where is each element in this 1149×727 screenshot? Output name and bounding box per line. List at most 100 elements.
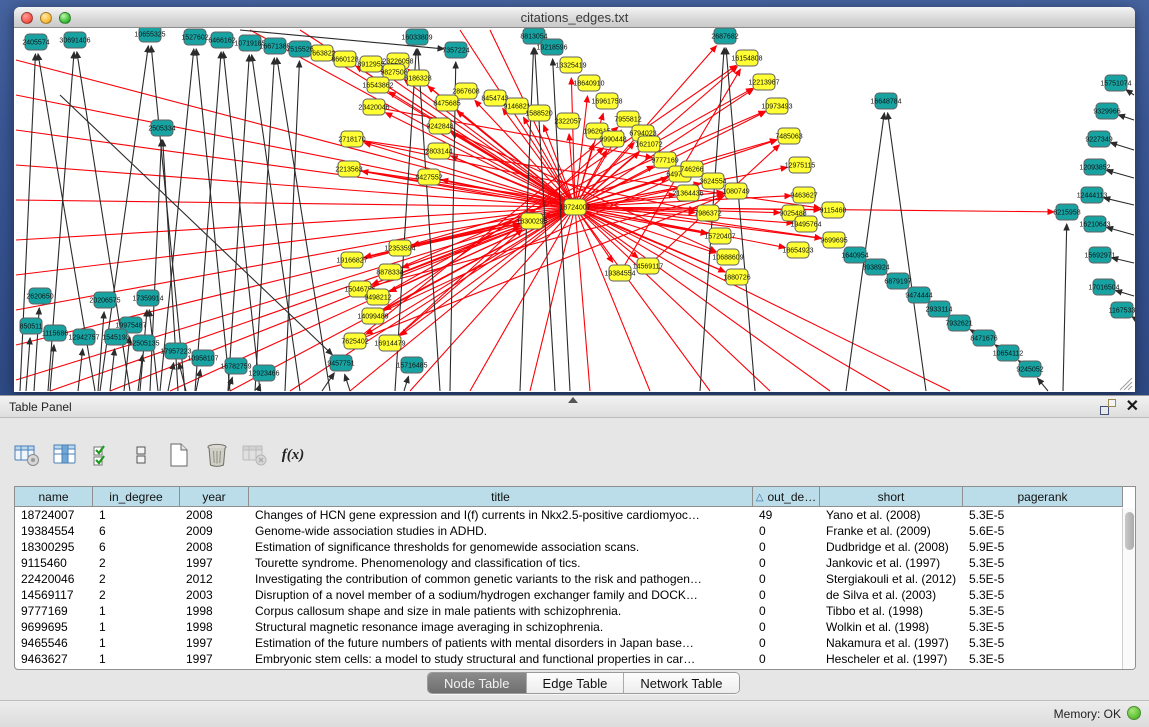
column-header-in_degree[interactable]: in_degree [93, 487, 180, 507]
network-node[interactable]: 1527602 [181, 29, 208, 45]
tab-node-table[interactable]: Node Table [428, 673, 527, 693]
network-node[interactable]: 21364436 [672, 185, 703, 201]
network-node[interactable]: 8215958 [1053, 204, 1080, 220]
network-node[interactable]: 15692971 [1084, 247, 1115, 263]
network-node[interactable]: 9227349 [1085, 131, 1112, 147]
scrollbar-thumb[interactable] [1125, 512, 1134, 550]
network-node[interactable]: 18654923 [782, 242, 813, 258]
network-canvas[interactable]: 1872400776638228660128891295523226058982… [14, 28, 1135, 392]
network-node[interactable]: 9990448 [599, 131, 626, 147]
delete-column-button[interactable] [204, 442, 230, 468]
network-node[interactable]: 850511 [20, 318, 43, 334]
network-node[interactable]: 8186328 [404, 70, 431, 86]
network-node[interactable]: 10958107 [187, 350, 218, 366]
network-node[interactable]: 8475685 [433, 95, 460, 111]
splitter-handle[interactable] [568, 397, 578, 403]
network-node[interactable]: 16033809 [401, 29, 432, 45]
network-node[interactable]: 18724007 [559, 199, 590, 215]
network-node[interactable]: 15716485 [396, 357, 427, 373]
network-node[interactable]: 12923466 [248, 365, 279, 381]
network-node[interactable]: 8427552 [415, 169, 442, 185]
column-header-name[interactable]: name [15, 487, 93, 507]
tab-edge-table[interactable]: Edge Table [527, 673, 625, 693]
table-row[interactable]: 969969511998Structural magnetic resonanc… [15, 620, 1123, 636]
network-node[interactable]: 17359914 [132, 290, 163, 306]
network-node[interactable]: 18300295 [516, 213, 547, 229]
network-node[interactable]: 16914479 [374, 335, 405, 351]
network-node[interactable]: 6879197 [884, 273, 911, 289]
network-node[interactable]: 9463627 [790, 187, 817, 203]
network-node[interactable]: 1621072 [635, 136, 662, 152]
network-node[interactable]: 10973493 [761, 98, 792, 114]
network-node[interactable]: 7485063 [775, 128, 802, 144]
network-node[interactable]: 2718170 [338, 131, 365, 147]
network-node[interactable]: 14099489 [357, 308, 388, 324]
network-node[interactable]: 12353594 [384, 240, 415, 256]
network-node[interactable]: 8878334 [376, 264, 403, 280]
network-node[interactable]: 8471676 [970, 330, 997, 346]
network-node[interactable]: 16961758 [591, 93, 622, 109]
column-header-out_de[interactable]: △out_de… [753, 487, 820, 507]
network-node[interactable]: 9242848 [426, 118, 453, 134]
network-node[interactable]: 19384554 [604, 265, 635, 281]
network-node[interactable]: 19218596 [536, 39, 567, 55]
table-row[interactable]: 911546021997Tourette syndrome. Phenomeno… [15, 556, 1123, 572]
network-node[interactable]: 12505135 [128, 335, 159, 351]
network-node[interactable]: 1167533 [1109, 302, 1135, 318]
network-node[interactable]: 16648784 [870, 93, 901, 109]
network-node[interactable]: 9457751 [327, 355, 354, 371]
network-node[interactable]: 2322057 [554, 113, 581, 129]
network-node[interactable]: 1080749 [722, 183, 749, 199]
float-panel-icon[interactable] [1100, 399, 1116, 415]
network-node[interactable]: 1880726 [723, 269, 750, 285]
network-node[interactable]: 12213967 [748, 74, 779, 90]
network-node[interactable]: 15751074 [1100, 75, 1131, 91]
row-height-button[interactable] [128, 442, 154, 468]
table-row[interactable]: 2242004622012Investigating the contribut… [15, 572, 1123, 588]
network-node[interactable]: 9245052 [1016, 361, 1043, 377]
memory-status-indicator[interactable] [1127, 706, 1141, 720]
network-node[interactable]: 7357224 [442, 42, 469, 58]
network-node[interactable]: 8938924 [862, 259, 889, 275]
network-node[interactable]: 13325419 [555, 57, 586, 73]
network-node[interactable]: 9498212 [364, 289, 391, 305]
network-node[interactable]: 18640910 [573, 75, 604, 91]
close-panel-icon[interactable]: ✕ [1126, 399, 1139, 415]
network-node[interactable]: 10654112 [993, 345, 1024, 361]
network-node[interactable]: 746266 [680, 161, 703, 177]
network-node[interactable]: 12975115 [785, 157, 816, 173]
network-node[interactable]: 23420046 [358, 99, 389, 115]
network-node[interactable]: 2933114 [926, 301, 953, 317]
new-column-button[interactable] [166, 442, 192, 468]
network-node[interactable]: 7625402 [341, 333, 368, 349]
network-node[interactable]: 1545193 [102, 329, 129, 345]
network-node[interactable]: 2803144 [425, 143, 452, 159]
table-settings-button[interactable] [14, 442, 40, 468]
canvas-resize-grip[interactable] [1120, 378, 1132, 390]
network-node[interactable]: 12942757 [68, 329, 99, 345]
network-node[interactable]: 12444113 [1077, 187, 1108, 203]
network-node[interactable]: 20206575 [89, 292, 120, 308]
network-node[interactable]: 1588520 [525, 105, 552, 121]
network-node[interactable]: 7932621 [945, 315, 972, 331]
network-node[interactable]: 10688609 [712, 249, 743, 265]
network-node[interactable]: 30691406 [59, 32, 90, 48]
network-node[interactable]: 7986372 [694, 205, 721, 221]
network-node[interactable]: 19495764 [790, 216, 821, 232]
network-node[interactable]: 9474444 [905, 287, 932, 303]
table-row[interactable]: 1456911722003Disruption of a novel membe… [15, 588, 1123, 604]
network-node[interactable]: 2505334 [148, 120, 175, 136]
network-node[interactable]: 3624554 [699, 173, 726, 189]
network-node[interactable]: 6466162 [208, 32, 235, 48]
network-node[interactable]: 16154808 [731, 50, 762, 66]
function-builder-button[interactable]: f(x) [280, 442, 306, 468]
network-node[interactable]: 16543862 [362, 77, 393, 93]
column-header-short[interactable]: short [820, 487, 963, 507]
network-node[interactable]: 2687682 [711, 28, 738, 44]
network-node[interactable]: 17016504 [1088, 279, 1119, 295]
column-header-year[interactable]: year [180, 487, 249, 507]
window-titlebar[interactable]: citations_edges.txt [14, 7, 1135, 28]
network-node[interactable]: 14569117 [633, 258, 664, 274]
network-node[interactable]: 1115686 [42, 325, 68, 341]
network-node[interactable]: 10655325 [134, 28, 165, 42]
